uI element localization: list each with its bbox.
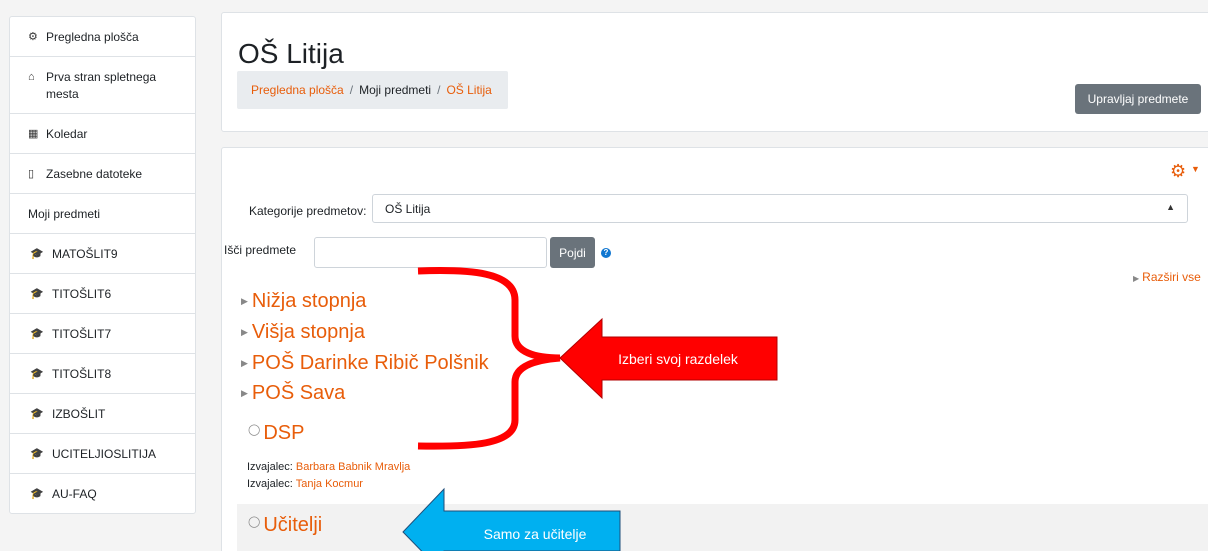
course-name: Učitelji — [263, 514, 323, 536]
graduation-cap-icon: 🎓 — [30, 328, 44, 340]
search-input[interactable] — [314, 237, 547, 268]
course-teacher: Izvajalec: Barbara Babnik Mravlja — [247, 461, 410, 473]
course-item[interactable]: ◯ DSP — [248, 422, 304, 445]
caret-right-icon: ▶ — [1133, 274, 1140, 283]
sidebar-item-calendar[interactable]: ▦ Koledar — [10, 114, 195, 154]
sidebar-item-private-files[interactable]: ▯ Zasebne datoteke — [10, 154, 195, 194]
sidebar-item-label: TITOŠLIT7 — [52, 327, 112, 341]
category-item[interactable]: ▶ POŠ Darinke Ribič Polšnik — [241, 352, 489, 375]
expand-all-link[interactable]: ▶ Razširi vse — [1133, 270, 1201, 284]
category-label: Višja stopnja — [251, 321, 365, 343]
category-item[interactable]: ▶ Višja stopnja — [241, 321, 365, 344]
expand-all-label: Razširi vse — [1142, 270, 1201, 284]
sidebar-item-my-courses[interactable]: Moji predmeti — [10, 194, 195, 234]
graduation-cap-icon: 🎓 — [30, 488, 44, 500]
category-label: POŠ Darinke Ribič Polšnik — [251, 352, 489, 374]
go-button[interactable]: Pojdi — [550, 237, 595, 268]
graduation-cap-icon: 🎓 — [30, 288, 44, 300]
graduation-cap-icon: 🎓 — [30, 248, 44, 260]
sidebar-item-course[interactable]: 🎓 AU-FAQ — [10, 474, 195, 513]
category-item[interactable]: ▶ POŠ Sava — [241, 382, 345, 405]
course-category-panel: ⚙ ▼ Kategorije predmetov: OŠ Litija ▲︎ I… — [221, 147, 1208, 551]
manage-courses-button[interactable]: Upravljaj predmete — [1075, 84, 1201, 114]
category-select-label: Kategorije predmetov: — [249, 204, 367, 218]
breadcrumb-link-current[interactable]: OŠ Litija — [446, 83, 491, 97]
home-icon: ⌂ — [28, 71, 35, 83]
sidebar-item-course[interactable]: 🎓 TITOŠLIT8 — [10, 354, 195, 394]
breadcrumb-item-my-courses: Moji predmeti — [359, 83, 432, 97]
help-icon[interactable]: ? — [601, 248, 611, 258]
sidebar-item-label: TITOŠLIT6 — [52, 287, 112, 301]
course-teacher: Izvajalec: Tanja Kocmur — [247, 478, 363, 490]
caret-right-icon: ▶ — [241, 296, 248, 307]
file-icon: ▯ — [28, 168, 35, 180]
category-label: POŠ Sava — [251, 382, 346, 404]
course-icon: ◯ — [248, 424, 261, 436]
gear-icon[interactable]: ⚙ — [1170, 161, 1186, 182]
sidebar-item-course[interactable]: 🎓 MATOŠLIT9 — [10, 234, 195, 274]
category-item[interactable]: ▶ Nižja stopnja — [241, 290, 366, 313]
breadcrumb: Pregledna plošča / Moji predmeti / OŠ Li… — [237, 71, 508, 109]
dashboard-icon: ⚙ — [28, 31, 38, 43]
chevron-down-icon[interactable]: ▼ — [1191, 164, 1200, 174]
sidebar-item-course[interactable]: 🎓 UCITELJIOSLITIJA — [10, 434, 195, 474]
sidebar-item-label: MATOŠLIT9 — [52, 247, 118, 261]
graduation-cap-icon: 🎓 — [30, 368, 44, 380]
breadcrumb-separator: / — [349, 83, 354, 97]
sidebar-item-home[interactable]: ⌂ Prva stran spletnega mesta — [10, 57, 195, 114]
search-label: Išči predmete — [224, 243, 297, 257]
graduation-cap-icon: 🎓 — [30, 408, 44, 420]
teacher-link[interactable]: Tanja Kocmur — [296, 478, 363, 490]
teacher-role: Izvajalec: — [247, 461, 293, 473]
sidebar-item-label: UCITELJIOSLITIJA — [52, 447, 157, 461]
graduation-cap-icon: 🎓 — [30, 448, 44, 460]
teacher-link[interactable]: Barbara Babnik Mravlja — [296, 461, 410, 473]
sidebar-nav: ⚙ Pregledna plošča ⌂ Prva stran spletneg… — [9, 16, 196, 514]
sidebar-item-course[interactable]: 🎓 IZBOŠLIT — [10, 394, 195, 434]
caret-right-icon: ▶ — [241, 327, 248, 338]
category-select[interactable]: OŠ Litija ▲︎ — [372, 194, 1188, 223]
sidebar-item-dashboard[interactable]: ⚙ Pregledna plošča — [10, 17, 195, 57]
sidebar-item-label: Prva stran spletnega mesta — [46, 70, 157, 101]
caret-right-icon: ▶ — [241, 358, 248, 369]
sidebar-item-label: Zasebne datoteke — [46, 167, 143, 181]
page-header: OŠ Litija Pregledna plošča / Moji predme… — [221, 12, 1208, 132]
sidebar-item-label: AU-FAQ — [52, 487, 97, 501]
teacher-role: Izvajalec: — [247, 478, 293, 490]
course-row-background — [237, 504, 1208, 551]
course-icon: ◯ — [248, 516, 261, 528]
sidebar-item-course[interactable]: 🎓 TITOŠLIT6 — [10, 274, 195, 314]
sidebar-item-label: TITOŠLIT8 — [52, 367, 112, 381]
breadcrumb-link-dashboard[interactable]: Pregledna plošča — [251, 83, 344, 97]
sidebar-item-label: Pregledna plošča — [46, 30, 139, 44]
sidebar-item-label: IZBOŠLIT — [52, 407, 106, 421]
sidebar-item-label: Moji predmeti — [28, 207, 101, 221]
category-label: Nižja stopnja — [251, 290, 367, 312]
page-title: OŠ Litija — [238, 38, 344, 69]
breadcrumb-separator: / — [437, 83, 441, 97]
category-select-value: OŠ Litija — [385, 202, 431, 216]
sidebar-item-label: Koledar — [46, 127, 88, 141]
course-name: DSP — [263, 422, 305, 444]
select-arrows-icon: ▲︎ — [1166, 202, 1175, 212]
calendar-icon: ▦ — [28, 128, 39, 140]
caret-right-icon: ▶ — [241, 388, 248, 399]
course-item[interactable]: ◯ Učitelji — [248, 514, 322, 537]
sidebar-item-course[interactable]: 🎓 TITOŠLIT7 — [10, 314, 195, 354]
